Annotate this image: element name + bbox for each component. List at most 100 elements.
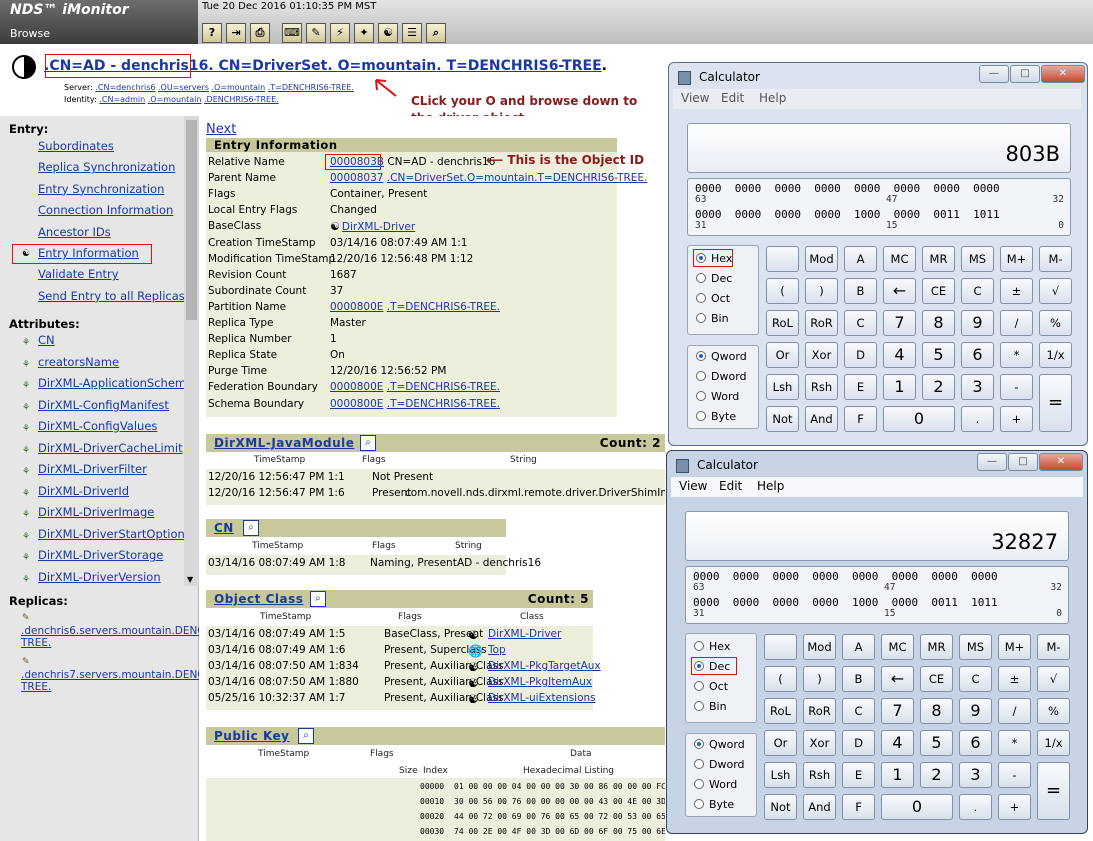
radix-oct[interactable]: Oct [696, 292, 730, 305]
key-c[interactable]: C [844, 310, 877, 336]
key-sym-1-0[interactable]: ( [766, 278, 799, 304]
cn-link[interactable]: CN [214, 521, 234, 535]
key-lsh[interactable]: Lsh [764, 762, 797, 788]
key-sym-2-7[interactable]: % [1037, 698, 1070, 724]
key-f[interactable]: F [844, 406, 877, 432]
sidebar-attr-dirxml-applicationschema[interactable]: DirXML-ApplicationSchema [38, 376, 193, 390]
object-class-value[interactable]: DirXML-Driver [488, 628, 561, 640]
scrollbar-thumb[interactable] [186, 120, 197, 320]
word-byte[interactable]: Byte [696, 410, 736, 423]
key-rsh[interactable]: Rsh [805, 374, 838, 400]
minimize-button[interactable]: — [977, 453, 1007, 471]
key-4[interactable]: 4 [883, 342, 916, 368]
key-8[interactable]: 8 [920, 698, 953, 724]
maximize-button[interactable]: □ [1010, 65, 1040, 83]
key-ror[interactable]: RoR [805, 310, 838, 336]
sidebar-attr-dirxml-configvalues[interactable]: DirXML-ConfigValues [38, 419, 157, 433]
entry-id-link[interactable]: 0000800E [330, 301, 383, 313]
key-sym-1-6[interactable]: ± [998, 666, 1031, 692]
key-mc[interactable]: MC [883, 246, 916, 272]
word-byte[interactable]: Byte [694, 798, 734, 811]
key-5[interactable]: 5 [922, 342, 955, 368]
key-4[interactable]: 4 [881, 730, 914, 756]
word-word[interactable]: Word [694, 778, 737, 791]
java-module-link[interactable]: DirXML-JavaModule [214, 436, 354, 450]
path-driverset-link[interactable]: . CN=DriverSet [208, 58, 327, 74]
key-or[interactable]: Or [766, 342, 799, 368]
identity-cn-link[interactable]: .CN=admin [99, 95, 145, 104]
key-b[interactable]: B [842, 666, 875, 692]
key-blank[interactable] [766, 246, 799, 272]
object-class-value[interactable]: Top [488, 644, 506, 656]
public-key-link[interactable]: Public Key [214, 729, 290, 743]
server-tree-link[interactable]: .T=DENCHRIS6-TREE. [268, 83, 354, 92]
key-not[interactable]: Not [766, 406, 799, 432]
entry-id-link[interactable]: 00008037 [330, 172, 383, 184]
help-icon[interactable]: ? [202, 23, 222, 43]
path-o-link[interactable]: . O=mountain [327, 58, 436, 74]
word-dword[interactable]: Dword [694, 758, 745, 771]
key-f[interactable]: F [842, 794, 875, 820]
key-sym-5-6[interactable]: + [1000, 406, 1033, 432]
menu-edit[interactable]: Edit [719, 479, 742, 493]
agent-icon[interactable]: ⎙ [250, 23, 270, 43]
key-e[interactable]: E [842, 762, 875, 788]
key-sym-1-6[interactable]: ± [1000, 278, 1033, 304]
next-link[interactable]: Next [206, 122, 236, 137]
server-cn-link[interactable]: .CN=denchris6 [95, 83, 155, 92]
entry-dn-value[interactable]: .CN=DriverSet.O=mountain.T=DENCHRIS6-TRE… [387, 172, 648, 184]
key-sym-2-6[interactable]: / [998, 698, 1031, 724]
menu-edit[interactable]: Edit [721, 91, 744, 105]
sidebar-entry-validate-entry[interactable]: Validate Entry [38, 267, 119, 281]
key-sym-1-3[interactable]: ← [881, 666, 914, 692]
key-a[interactable]: A [844, 246, 877, 272]
sidebar-attr-dirxml-driverstartoption[interactable]: DirXML-DriverStartOption [38, 527, 185, 541]
key-rol[interactable]: RoL [766, 310, 799, 336]
entry-id-link[interactable]: 0000800E [330, 398, 383, 410]
key-mod[interactable]: Mod [803, 634, 836, 660]
key-0[interactable]: 0 [881, 794, 953, 820]
key-sym-5-6[interactable]: + [998, 794, 1031, 820]
menu-view[interactable]: View [679, 479, 707, 493]
key-1-x[interactable]: 1/x [1039, 342, 1072, 368]
public-key-search-icon[interactable]: ⌕ [298, 728, 314, 744]
key-sym-5-5[interactable]: . [961, 406, 994, 432]
server-o-link[interactable]: .O=mountain [211, 83, 265, 92]
yin-yang-icon[interactable]: ☯ [378, 23, 398, 43]
key-mod[interactable]: Mod [805, 246, 838, 272]
menu-help[interactable]: Help [757, 479, 784, 493]
key-2[interactable]: 2 [922, 374, 955, 400]
key-sym-4-6[interactable]: - [1000, 374, 1033, 400]
server-ou-link[interactable]: .OU=servers [158, 83, 209, 92]
identity-o-link[interactable]: .O=mountain [148, 95, 202, 104]
replica-link-tree[interactable]: TREE. [21, 681, 199, 693]
path-tree-link[interactable]: . T=DENCHRIS6-TREE [436, 58, 601, 74]
maximize-button[interactable]: □ [1008, 453, 1038, 471]
radix-dec[interactable]: Dec [696, 272, 732, 285]
key-c[interactable]: C [961, 278, 994, 304]
radix-hex[interactable]: Hex [694, 640, 730, 653]
trace-icon[interactable]: ✎ [306, 23, 326, 43]
key-rol[interactable]: RoL [764, 698, 797, 724]
key-m[interactable]: M- [1037, 634, 1070, 660]
key-sym-1-7[interactable]: √ [1039, 278, 1072, 304]
object-class-value[interactable]: DirXML-uiExtensions [488, 692, 596, 704]
key-ce[interactable]: CE [920, 666, 953, 692]
sidebar-scrollbar[interactable]: ▼ [184, 116, 199, 586]
radix-bin[interactable]: Bin [694, 700, 727, 713]
java-module-search-icon[interactable]: ⌕ [360, 435, 376, 451]
close-button[interactable]: ✕ [1041, 65, 1085, 83]
sidebar-entry-ancestor-ids[interactable]: Ancestor IDs [38, 225, 111, 239]
key-sym-5-5[interactable]: . [959, 794, 992, 820]
cn-search-icon[interactable]: ⌕ [243, 520, 259, 536]
key-e[interactable]: E [844, 374, 877, 400]
key-c[interactable]: C [959, 666, 992, 692]
key-5[interactable]: 5 [920, 730, 953, 756]
key-sym-1-1[interactable]: ) [805, 278, 838, 304]
key-ms[interactable]: MS [959, 634, 992, 660]
sidebar-entry-connection-information[interactable]: Connection Information [38, 203, 173, 217]
key-or[interactable]: Or [764, 730, 797, 756]
sidebar-attr-dirxml-driverid[interactable]: DirXML-DriverId [38, 484, 129, 498]
key-ror[interactable]: RoR [803, 698, 836, 724]
key-m[interactable]: M+ [1000, 246, 1033, 272]
